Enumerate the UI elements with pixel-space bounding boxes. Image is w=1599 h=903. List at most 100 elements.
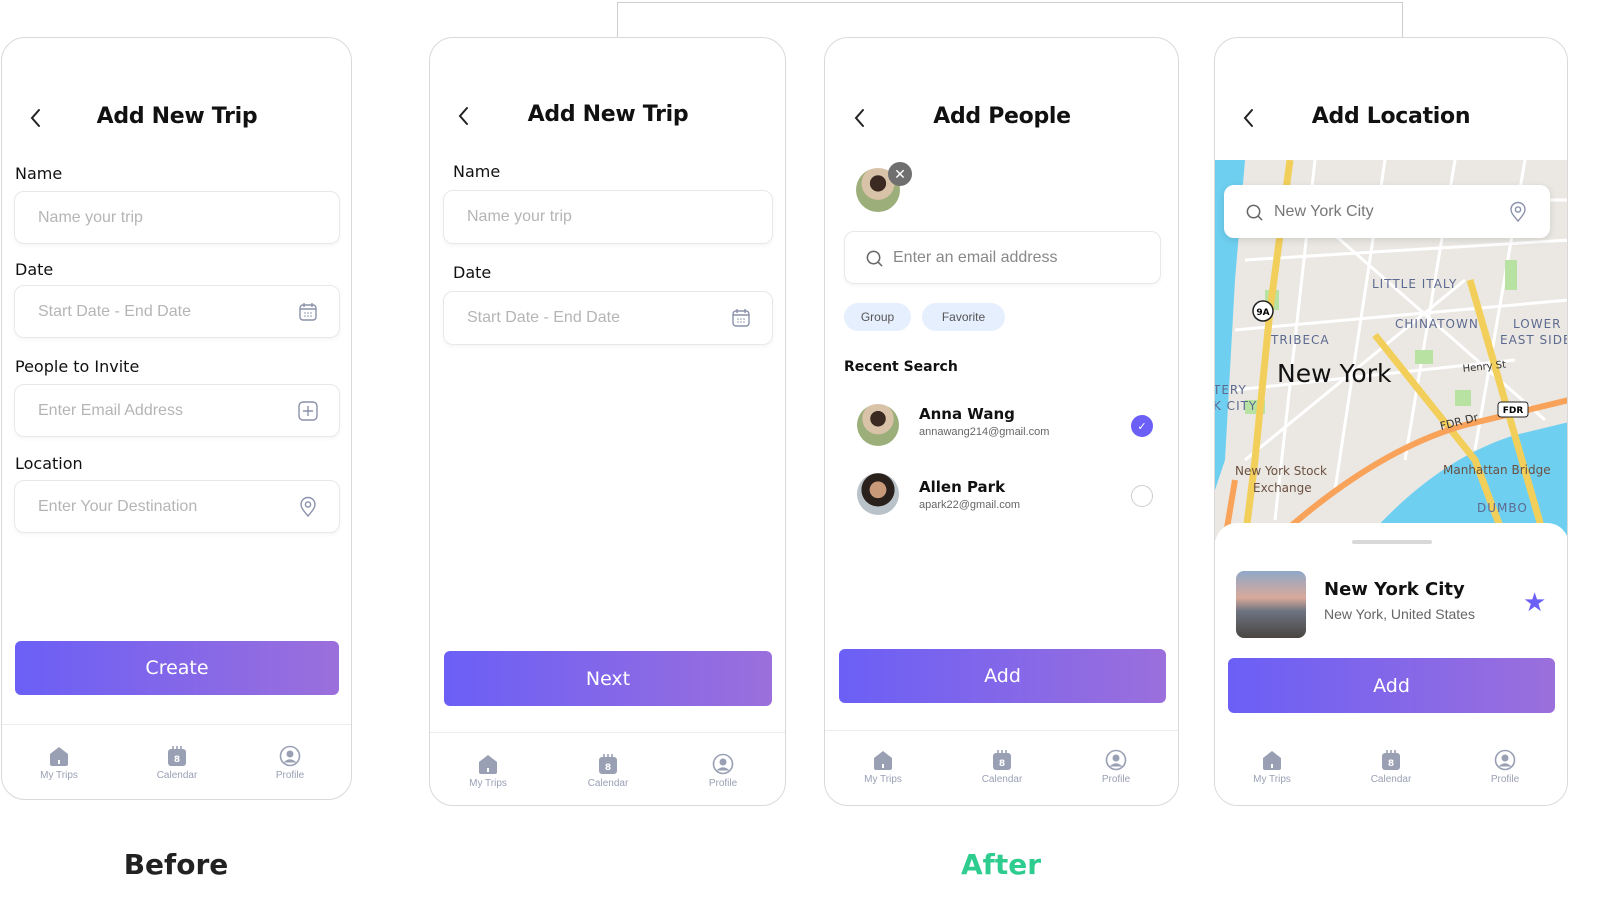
plus-icon[interactable] [297,400,319,422]
email-search-input[interactable]: Enter an email address [844,231,1161,284]
nav-my-trips[interactable]: My Trips [1237,749,1307,785]
nav-calendar[interactable]: Calendar [967,749,1037,785]
calendar-icon[interactable] [730,307,752,329]
profile-icon [279,745,301,767]
add-location-screen: Add Location LITTLE ITALY CHINATOWN LOWE… [1214,37,1568,806]
checked-icon[interactable]: ✓ [1131,415,1153,437]
search-icon [1245,203,1264,222]
avatar [857,404,899,446]
map-label: New York Stock [1235,464,1327,478]
nav-calendar[interactable]: Calendar [1356,749,1426,785]
favorite-star-icon[interactable]: ★ [1523,587,1546,618]
map-label: 9A [1256,308,1269,318]
map-label: FDR [1503,406,1524,416]
name-input[interactable]: Name your trip [14,191,340,244]
back-chevron-icon[interactable] [853,108,867,128]
people-label: People to Invite [15,357,140,376]
place-name: New York City [1324,579,1465,600]
comparison-bracket [617,2,1403,38]
page-title: Add People [933,104,1071,129]
nav-label: My Trips [1253,774,1291,785]
pin-icon[interactable] [1507,201,1529,223]
search-icon [865,249,884,268]
search-placeholder: Enter an email address [893,248,1058,266]
search-value: New York City [1274,202,1374,220]
page-title: Add New Trip [527,102,689,127]
create-button[interactable]: Create [15,641,339,695]
nav-label: Calendar [156,770,198,781]
home-icon [1261,749,1283,771]
date-input[interactable]: Start Date - End Date [14,285,340,338]
calendar-icon [1380,749,1402,771]
nav-my-trips[interactable]: My Trips [453,753,523,789]
after-caption: After [960,848,1042,881]
bottom-nav: My Trips Calendar Profile [430,732,785,805]
nav-profile[interactable]: Profile [255,745,325,781]
nav-label: Profile [1490,774,1520,785]
name-placeholder: Name your trip [38,208,143,226]
nav-calendar[interactable]: Calendar [573,753,643,789]
nav-label: Calendar [1370,774,1412,785]
unchecked-radio[interactable] [1131,485,1153,507]
calendar-icon [166,745,188,767]
map-label: Exchange [1253,481,1312,495]
location-search-input[interactable]: New York City [1224,185,1550,238]
map-label: TERY [1215,383,1247,397]
before-screen: Add New Trip Name Name your trip Date St… [1,37,352,800]
nav-label: My Trips [469,778,507,789]
person-email: annawang214@gmail.com [919,426,1050,438]
home-icon [48,745,70,767]
profile-icon [1105,749,1127,771]
nav-profile[interactable]: Profile [688,753,758,789]
date-label: Date [15,260,54,279]
calendar-icon[interactable] [297,301,319,323]
map-label: LITTLE ITALY [1372,277,1457,291]
sheet-handle[interactable] [1352,540,1432,544]
calendar-icon [597,753,619,775]
before-caption: Before [123,848,229,881]
bottom-nav: My Trips Calendar Profile [2,724,351,799]
map-label: Manhattan Bridge [1443,463,1551,477]
back-chevron-icon[interactable] [1242,108,1256,128]
nav-profile[interactable]: Profile [1081,749,1151,785]
profile-icon [1494,749,1516,771]
name-label: Name [453,162,501,181]
add-button[interactable]: Add [839,649,1166,703]
remove-icon[interactable]: ✕ [888,162,912,186]
nav-label: Profile [1101,774,1131,785]
nav-my-trips[interactable]: My Trips [24,745,94,781]
add-button[interactable]: Add [1228,658,1555,713]
date-label: Date [453,263,492,282]
map-label: LOWER [1513,317,1562,331]
person-email: apark22@gmail.com [919,499,1021,511]
person-name: Anna Wang [919,405,1015,423]
email-input[interactable]: Enter Email Address [14,384,340,437]
chip-group[interactable]: Group [844,303,911,331]
home-icon [872,749,894,771]
profile-icon [712,753,734,775]
email-placeholder: Enter Email Address [38,401,183,419]
nav-label: Calendar [981,774,1023,785]
bottom-nav: My Trips Calendar Profile [1215,730,1567,805]
date-input[interactable]: Start Date - End Date [443,291,773,345]
chip-favorite[interactable]: Favorite [922,303,1005,331]
name-placeholder: Name your trip [467,208,572,225]
back-chevron-icon[interactable] [29,108,43,128]
nav-label: Calendar [587,778,629,789]
next-button[interactable]: Next [444,651,772,706]
nav-calendar[interactable]: Calendar [142,745,212,781]
pin-icon[interactable] [297,496,319,518]
back-chevron-icon[interactable] [457,106,471,126]
nav-label: Profile [708,778,738,789]
location-input[interactable]: Enter Your Destination [14,480,340,533]
name-label: Name [15,164,63,183]
place-thumbnail [1236,571,1306,638]
map-label: EAST SIDE [1500,333,1568,347]
name-input[interactable]: Name your trip [443,190,773,244]
home-icon [477,753,499,775]
nav-my-trips[interactable]: My Trips [848,749,918,785]
nav-profile[interactable]: Profile [1470,749,1540,785]
calendar-icon [991,749,1013,771]
page-title: Add New Trip [96,104,258,129]
map-label: DUMBO [1477,501,1528,515]
